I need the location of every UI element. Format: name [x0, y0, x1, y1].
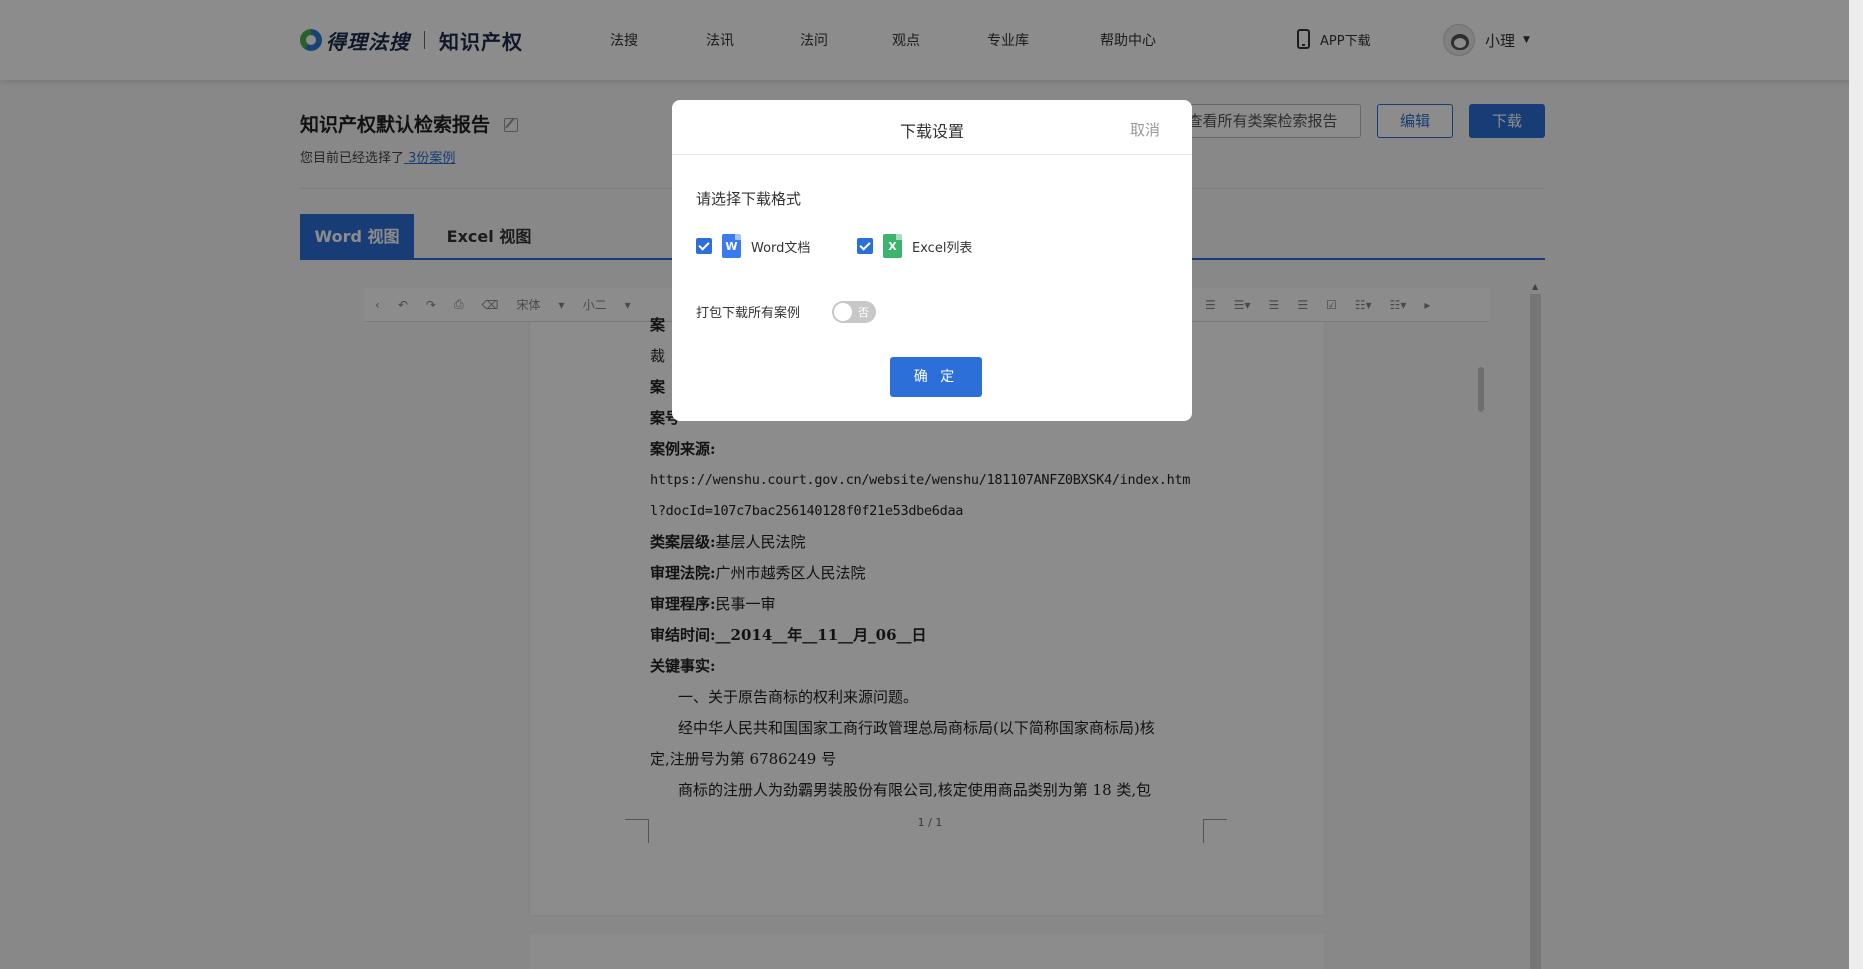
toggle-state-label: 否 — [858, 306, 869, 319]
excel-checkbox[interactable] — [857, 238, 873, 254]
dialog-title: 下载设置 — [899, 122, 964, 141]
pack-download-toggle[interactable]: 否 — [832, 301, 876, 323]
word-option-label: Word文档 — [751, 240, 811, 256]
toggle-knob — [834, 303, 852, 321]
word-checkbox[interactable] — [696, 238, 712, 254]
excel-option-label: Excel列表 — [912, 240, 973, 256]
cancel-button[interactable]: 取消 — [1130, 119, 1160, 140]
format-label: 请选择下载格式 — [696, 190, 802, 208]
dialog-header: 下载设置 取消 — [672, 100, 1192, 155]
excel-file-icon: X — [883, 234, 902, 258]
word-file-icon: W — [722, 234, 741, 258]
confirm-button[interactable]: 确 定 — [890, 357, 982, 397]
page-scrollbar[interactable] — [1849, 0, 1863, 969]
word-format-option[interactable]: W Word文档 — [696, 234, 810, 258]
excel-format-option[interactable]: X Excel列表 — [857, 234, 972, 258]
pack-download-label: 打包下载所有案例 — [696, 306, 801, 321]
download-settings-dialog: 下载设置 取消 请选择下载格式 W Word文档 X Excel列表 打包下载所… — [672, 100, 1192, 421]
